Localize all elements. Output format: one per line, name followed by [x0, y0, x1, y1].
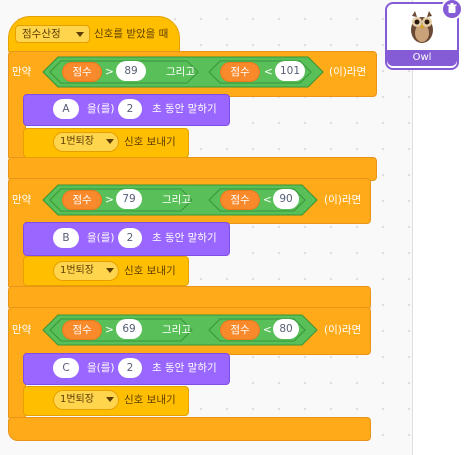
chevron-down-icon — [106, 397, 114, 402]
compare-value-input[interactable]: 101 — [275, 61, 305, 81]
sprite-name: Owl — [387, 50, 457, 66]
broadcast-suffix: 신호 보내기 — [124, 136, 176, 148]
say-suffix: 초 동안 말하기 — [152, 103, 217, 115]
broadcast-message-label: 1번퇴장 — [60, 394, 94, 405]
score-variable[interactable]: 점수 — [220, 190, 260, 210]
broadcast-message-label: 1번퇴장 — [60, 265, 94, 276]
say-mid-label: 을(를) — [87, 362, 115, 374]
score-variable[interactable]: 점수 — [220, 62, 260, 82]
gt-operator: > — [105, 194, 114, 206]
say-mid-label: 을(를) — [87, 103, 115, 115]
broadcast-message-label: 1번퇴장 — [60, 136, 94, 147]
score-variable[interactable]: 점수 — [62, 190, 102, 210]
broadcast-message-dropdown[interactable]: 1번퇴장 — [53, 132, 119, 152]
broadcast-suffix: 신호 보내기 — [124, 265, 176, 277]
and-label: 그리고 — [166, 66, 195, 78]
compare-value-input[interactable]: 79 — [116, 189, 142, 209]
if-label: 만약 — [12, 66, 32, 78]
chevron-down-icon — [76, 32, 84, 37]
compare-value-input[interactable]: 89 — [116, 61, 146, 81]
broadcast-message-dropdown[interactable]: 1번퇴장 — [53, 261, 119, 281]
if-label: 만약 — [12, 324, 32, 336]
broadcast-suffix: 신호 보내기 — [124, 394, 176, 406]
and-label: 그리고 — [162, 324, 191, 336]
hat-variable-dropdown[interactable]: 점수산정 — [15, 25, 90, 43]
gt-operator: > — [105, 324, 114, 336]
then-label: (이)라면 — [324, 324, 362, 336]
trash-icon[interactable] — [441, 0, 463, 20]
say-mid-label: 을(를) — [87, 232, 115, 244]
say-secs-input[interactable]: 2 — [118, 358, 142, 378]
hat-suffix: 신호를 받았을 때 — [94, 28, 169, 40]
score-variable[interactable]: 점수 — [62, 320, 102, 340]
say-secs-input[interactable]: 2 — [118, 228, 142, 248]
chevron-down-icon — [106, 139, 114, 144]
say-text-input[interactable]: A — [53, 99, 79, 119]
hat-variable-label: 점수산정 — [22, 28, 61, 40]
and-label: 그리고 — [162, 194, 191, 206]
compare-value-input[interactable]: 80 — [273, 319, 299, 339]
broadcast-message-dropdown[interactable]: 1번퇴장 — [53, 390, 119, 410]
say-text-input[interactable]: C — [53, 358, 79, 378]
if-label: 만약 — [12, 194, 32, 206]
if-block-3-foot — [8, 417, 371, 441]
chevron-down-icon — [106, 268, 114, 273]
lt-operator: < — [263, 194, 272, 206]
say-secs-input[interactable]: 2 — [118, 99, 142, 119]
score-variable[interactable]: 점수 — [220, 320, 260, 340]
then-label: (이)라면 — [329, 66, 367, 78]
say-text-input[interactable]: B — [53, 228, 79, 248]
compare-value-input[interactable]: 90 — [273, 189, 299, 209]
say-suffix: 초 동안 말하기 — [152, 362, 217, 374]
then-label: (이)라면 — [324, 194, 362, 206]
lt-operator: < — [263, 324, 272, 336]
say-suffix: 초 동안 말하기 — [152, 232, 217, 244]
gt-operator: > — [105, 66, 114, 78]
owl-image — [407, 10, 437, 44]
compare-value-input[interactable]: 69 — [116, 319, 142, 339]
lt-operator: < — [264, 66, 273, 78]
score-variable[interactable]: 점수 — [62, 62, 102, 82]
